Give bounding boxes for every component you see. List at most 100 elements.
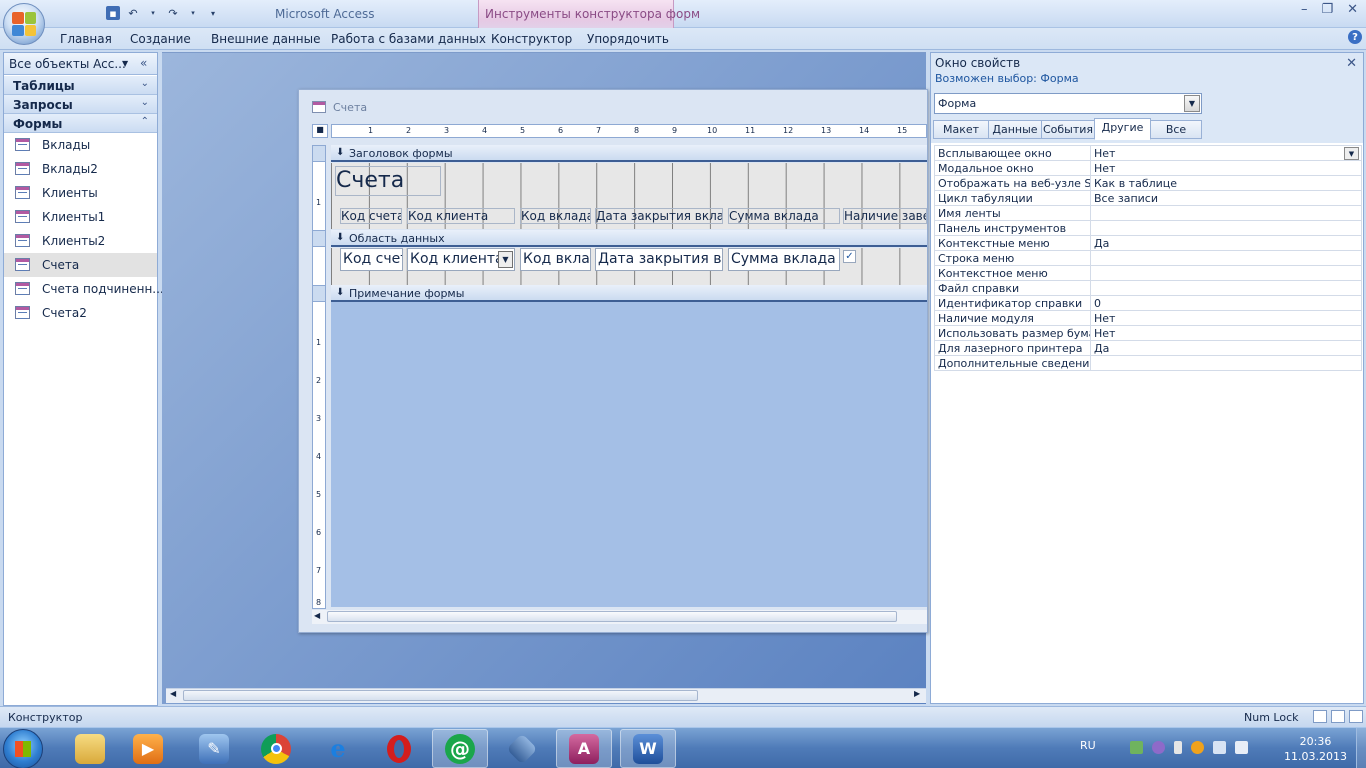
property-row[interactable]: Панель инструментов: [934, 220, 1362, 236]
safely-remove-icon[interactable]: [1130, 741, 1143, 754]
collapse-icon[interactable]: ⌃: [141, 116, 149, 127]
object-selector[interactable]: Форма ▼: [934, 93, 1202, 114]
undo-dropdown-icon[interactable]: ▾: [146, 6, 160, 20]
property-value[interactable]: [1090, 220, 1362, 236]
property-value[interactable]: Нет: [1090, 310, 1362, 326]
property-row[interactable]: Цикл табуляции Все записи: [934, 190, 1362, 206]
warning-icon[interactable]: [1191, 741, 1204, 754]
minimize-icon[interactable]: –: [1301, 2, 1308, 17]
section-marker[interactable]: [312, 145, 326, 162]
show-desktop-button[interactable]: [1356, 728, 1366, 768]
header-label[interactable]: Дата закрытия вклада: [595, 208, 723, 224]
clock[interactable]: 20:36 11.03.2013: [1284, 734, 1347, 764]
taskbar-app[interactable]: [371, 729, 427, 768]
form-header-area[interactable]: Счета Код счета Код клиента Код вклада Д…: [331, 163, 927, 229]
battery-icon[interactable]: [1174, 741, 1182, 754]
form-scroll-thumb[interactable]: [327, 611, 897, 622]
field-textbox[interactable]: Сумма вклада: [728, 248, 840, 271]
layout-view-icon[interactable]: [1331, 710, 1345, 723]
form-horizontal-scrollbar[interactable]: ◀: [312, 610, 927, 624]
close-icon[interactable]: ✕: [1346, 56, 1357, 71]
property-value[interactable]: Да: [1090, 235, 1362, 251]
form-footer-area[interactable]: [331, 302, 927, 607]
taskbar-app[interactable]: [62, 729, 118, 768]
scroll-left-icon[interactable]: ◀: [170, 689, 176, 698]
tab-layout[interactable]: Макет: [933, 120, 989, 139]
taskbar-app[interactable]: e: [310, 729, 366, 768]
form-view-icon[interactable]: [1313, 710, 1327, 723]
nav-item-form[interactable]: Вклады2: [4, 157, 157, 181]
expand-icon[interactable]: ⌄: [141, 97, 149, 108]
form-title-label[interactable]: Счета: [335, 166, 441, 196]
nav-item-form[interactable]: Клиенты2: [4, 229, 157, 253]
header-label[interactable]: Код вклада: [520, 208, 591, 224]
network-icon[interactable]: [1213, 741, 1226, 754]
header-label[interactable]: Наличие завещ: [843, 208, 927, 224]
property-row[interactable]: Контекстные меню Да: [934, 235, 1362, 251]
property-value[interactable]: Да: [1090, 340, 1362, 356]
nav-header[interactable]: Все объекты Acc... ▼ «: [4, 53, 157, 75]
nav-item-form[interactable]: Счета подчиненн...: [4, 277, 164, 301]
taskbar-app[interactable]: ▶: [120, 729, 176, 768]
nav-item-form[interactable]: Вклады: [4, 133, 157, 157]
scroll-right-icon[interactable]: ▶: [914, 689, 920, 698]
restore-icon[interactable]: ❐: [1321, 2, 1333, 17]
property-row[interactable]: Использовать размер бумагиНет: [934, 325, 1362, 341]
expand-icon[interactable]: ⌄: [141, 78, 149, 89]
property-value[interactable]: [1090, 355, 1362, 371]
tab-events[interactable]: События: [1041, 120, 1095, 139]
property-value[interactable]: Нет ▼: [1090, 145, 1362, 161]
form-footer-bar[interactable]: ⬇ Примечание формы: [331, 285, 927, 302]
tab-all[interactable]: Все: [1150, 120, 1202, 139]
taskbar-app[interactable]: [494, 729, 550, 768]
nav-title[interactable]: Все объекты Acc...: [9, 57, 126, 71]
nav-item-form[interactable]: Клиенты1: [4, 205, 157, 229]
undo-icon[interactable]: ↶: [126, 6, 140, 20]
property-value[interactable]: Все записи: [1090, 190, 1362, 206]
property-row[interactable]: Для лазерного принтера Да: [934, 340, 1362, 356]
nav-item-form-selected[interactable]: Счета: [4, 253, 157, 277]
section-marker[interactable]: [312, 285, 326, 302]
property-row[interactable]: Дополнительные сведения: [934, 355, 1362, 371]
tab-other[interactable]: Другие: [1094, 118, 1151, 140]
property-value[interactable]: Нет: [1090, 325, 1362, 341]
detail-section-bar[interactable]: ⬇ Область данных: [331, 230, 927, 247]
nav-group-tables[interactable]: Таблицы ⌄: [4, 76, 157, 95]
tab-data[interactable]: Данные: [988, 120, 1042, 139]
header-label[interactable]: Сумма вклада: [728, 208, 840, 224]
redo-icon[interactable]: ↷: [166, 6, 180, 20]
header-label[interactable]: Код счета: [340, 208, 402, 224]
property-value[interactable]: Нет: [1090, 160, 1362, 176]
property-value[interactable]: [1090, 280, 1362, 296]
nav-group-queries[interactable]: Запросы ⌄: [4, 95, 157, 114]
property-row[interactable]: Имя ленты: [934, 205, 1362, 221]
header-label[interactable]: Код клиента: [407, 208, 515, 224]
dropdown-arrow-icon[interactable]: ▼: [1344, 147, 1359, 160]
nav-item-form[interactable]: Клиенты: [4, 181, 157, 205]
form-header-bar[interactable]: ⬇ Заголовок формы: [331, 145, 927, 162]
tab-design[interactable]: Конструктор: [491, 32, 572, 46]
save-icon[interactable]: ▪: [106, 6, 120, 20]
property-value[interactable]: Как в таблице: [1090, 175, 1362, 191]
scroll-left-icon[interactable]: ◀: [314, 611, 320, 620]
form-selector[interactable]: ■: [312, 124, 328, 138]
tab-external-data[interactable]: Внешние данные: [211, 32, 320, 46]
field-textbox[interactable]: Дата закрытия вк: [595, 248, 723, 271]
property-value[interactable]: 0: [1090, 295, 1362, 311]
dropdown-arrow-icon[interactable]: ▼: [1184, 95, 1200, 112]
nav-collapse-icon[interactable]: «: [140, 56, 147, 70]
nav-item-form[interactable]: Счета2: [4, 301, 157, 325]
property-row[interactable]: Контекстное меню: [934, 265, 1362, 281]
property-row[interactable]: Идентификатор справки 0: [934, 295, 1362, 311]
dropdown-arrow-icon[interactable]: ▼: [498, 251, 513, 268]
taskbar-app[interactable]: ✎: [186, 729, 242, 768]
start-button[interactable]: [3, 729, 43, 768]
office-button[interactable]: [3, 3, 45, 45]
workspace-scroll-thumb[interactable]: [183, 690, 698, 701]
nav-dropdown-icon[interactable]: ▼: [122, 59, 128, 68]
volume-icon[interactable]: [1235, 741, 1248, 754]
property-row[interactable]: Строка меню: [934, 250, 1362, 266]
tab-database-tools[interactable]: Работа с базами данных: [331, 32, 486, 46]
redo-dropdown-icon[interactable]: ▾: [186, 6, 200, 20]
tab-home[interactable]: Главная: [60, 32, 112, 46]
